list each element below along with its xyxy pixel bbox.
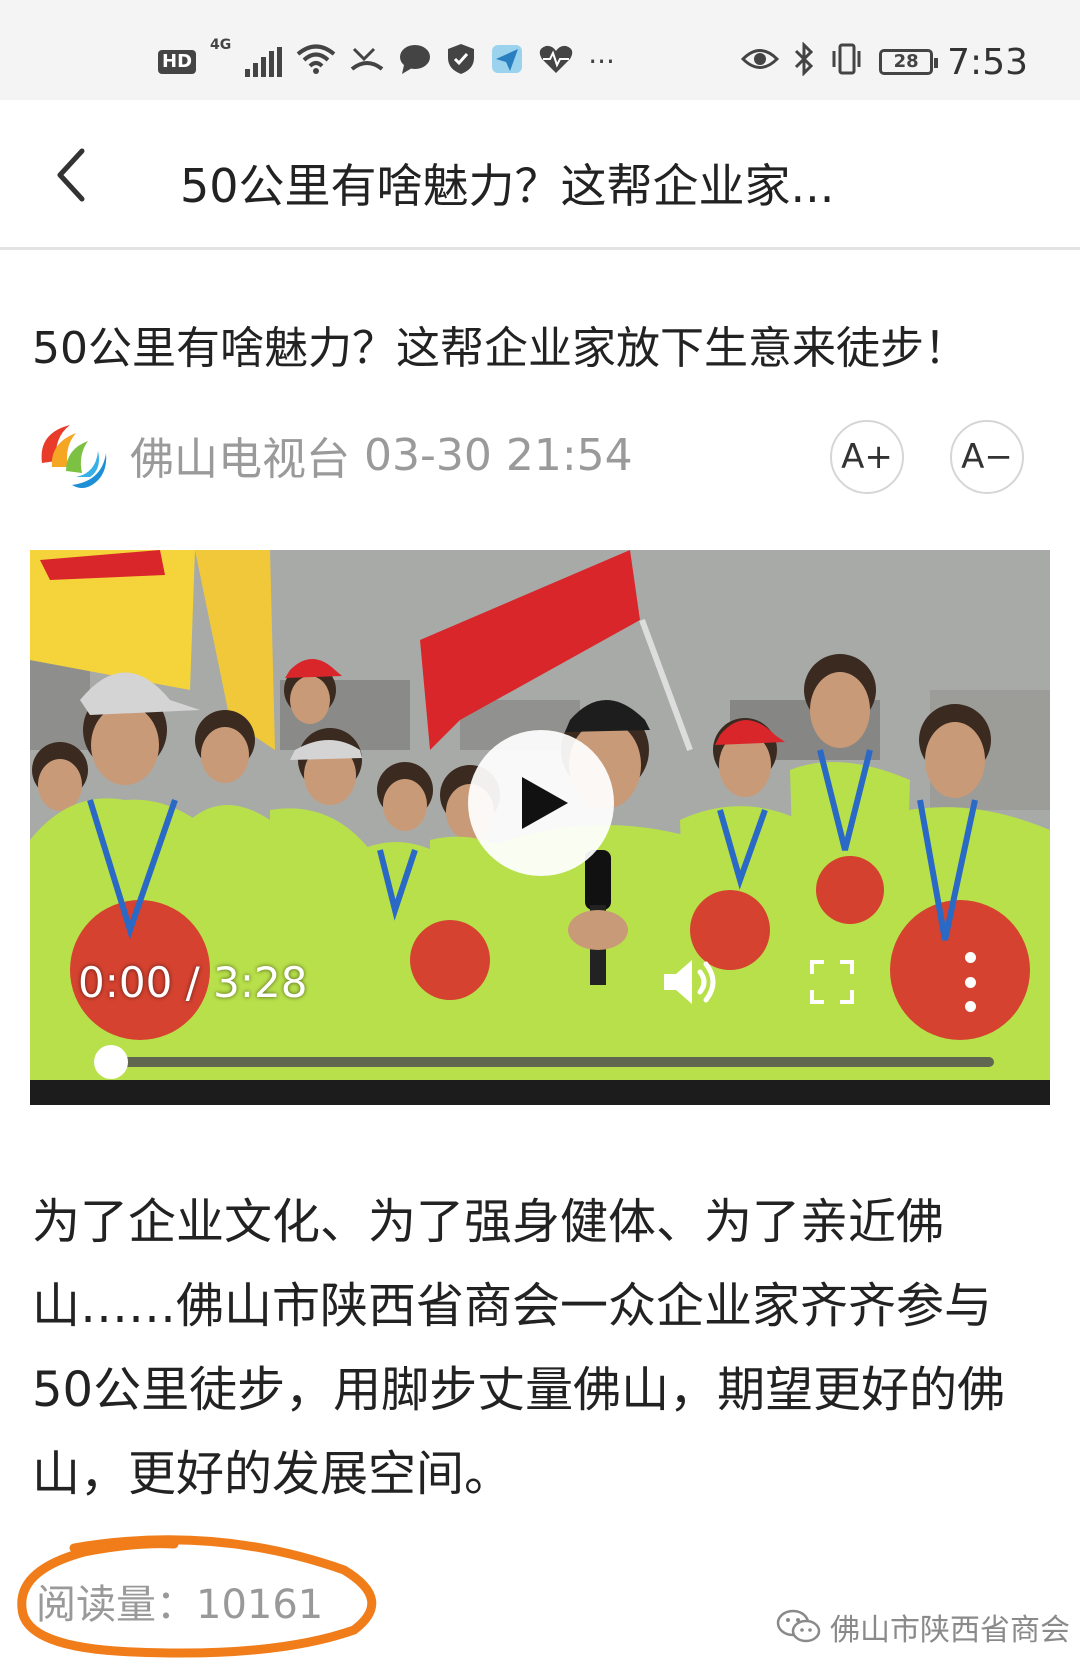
wechat-icon <box>776 1609 821 1643</box>
top-nav-bar: 50公里有啥魅力？这帮企业家... <box>0 100 1080 250</box>
status-bar: HD 4G ··· 28 7:53 <box>0 0 1080 100</box>
more-dot <box>964 976 976 988</box>
health-heart-icon <box>538 43 574 81</box>
chevron-left-icon <box>57 148 85 202</box>
send-app-icon <box>490 43 524 81</box>
wechat-watermark: 佛山市陕西省商会 <box>776 1605 1070 1649</box>
more-dot <box>964 1001 976 1012</box>
video-progress-thumb[interactable] <box>94 1045 128 1079</box>
shield-icon <box>446 43 476 81</box>
read-count: 阅读量：10161 <box>36 1582 324 1628</box>
bluetooth-icon <box>793 41 815 82</box>
status-icons-right: 28 7:53 <box>741 38 1028 86</box>
missed-call-icon <box>350 43 384 81</box>
article-source[interactable]: 佛山电视台 <box>130 423 350 487</box>
video-player[interactable]: 0:00 / 3:28 <box>30 550 1050 1105</box>
article-datetime: 03-30 21:54 <box>364 429 633 481</box>
font-increase-button[interactable]: A+ <box>830 420 904 494</box>
wifi-icon <box>296 43 336 81</box>
play-icon <box>522 777 568 829</box>
more-options-button[interactable] <box>960 952 980 1012</box>
status-icons-left: HD 4G ··· <box>158 38 615 86</box>
network-type: 4G <box>210 37 232 53</box>
video-time-display: 0:00 / 3:28 <box>78 958 308 1007</box>
article-meta: 佛山电视台 03-30 21:54 <box>32 415 633 495</box>
video-progress-bar[interactable] <box>94 1045 994 1079</box>
article-headline: 50公里有啥魅力？这帮企业家放下生意来徒步！ <box>32 323 968 374</box>
battery-icon: 28 <box>879 49 939 75</box>
play-button[interactable] <box>468 730 614 876</box>
foshan-tv-logo-icon <box>41 425 107 488</box>
font-decrease-button[interactable]: A− <box>950 420 1024 494</box>
article-paragraph: 为了企业文化、为了强身健体、为了亲近佛山……佛山市陕西省商会一众企业家齐齐参与5… <box>32 1194 1006 1502</box>
video-bottom-bar <box>30 1080 1050 1105</box>
watermark-text: 佛山市陕西省商会 <box>830 1613 1070 1648</box>
nav-title: 50公里有啥魅力？这帮企业家... <box>180 159 835 213</box>
hd-badge: HD <box>158 50 197 74</box>
more-dot <box>964 952 976 963</box>
back-button[interactable] <box>40 140 100 210</box>
fullscreen-icon[interactable] <box>808 958 856 1006</box>
vibrate-icon <box>829 43 865 81</box>
status-clock: 7:53 <box>947 41 1028 83</box>
eye-comfort-icon <box>741 44 780 80</box>
cellular-signal-icon <box>245 47 283 77</box>
volume-icon[interactable] <box>660 950 724 1014</box>
message-icon <box>398 43 432 81</box>
more-notifications-icon: ··· <box>588 45 615 78</box>
